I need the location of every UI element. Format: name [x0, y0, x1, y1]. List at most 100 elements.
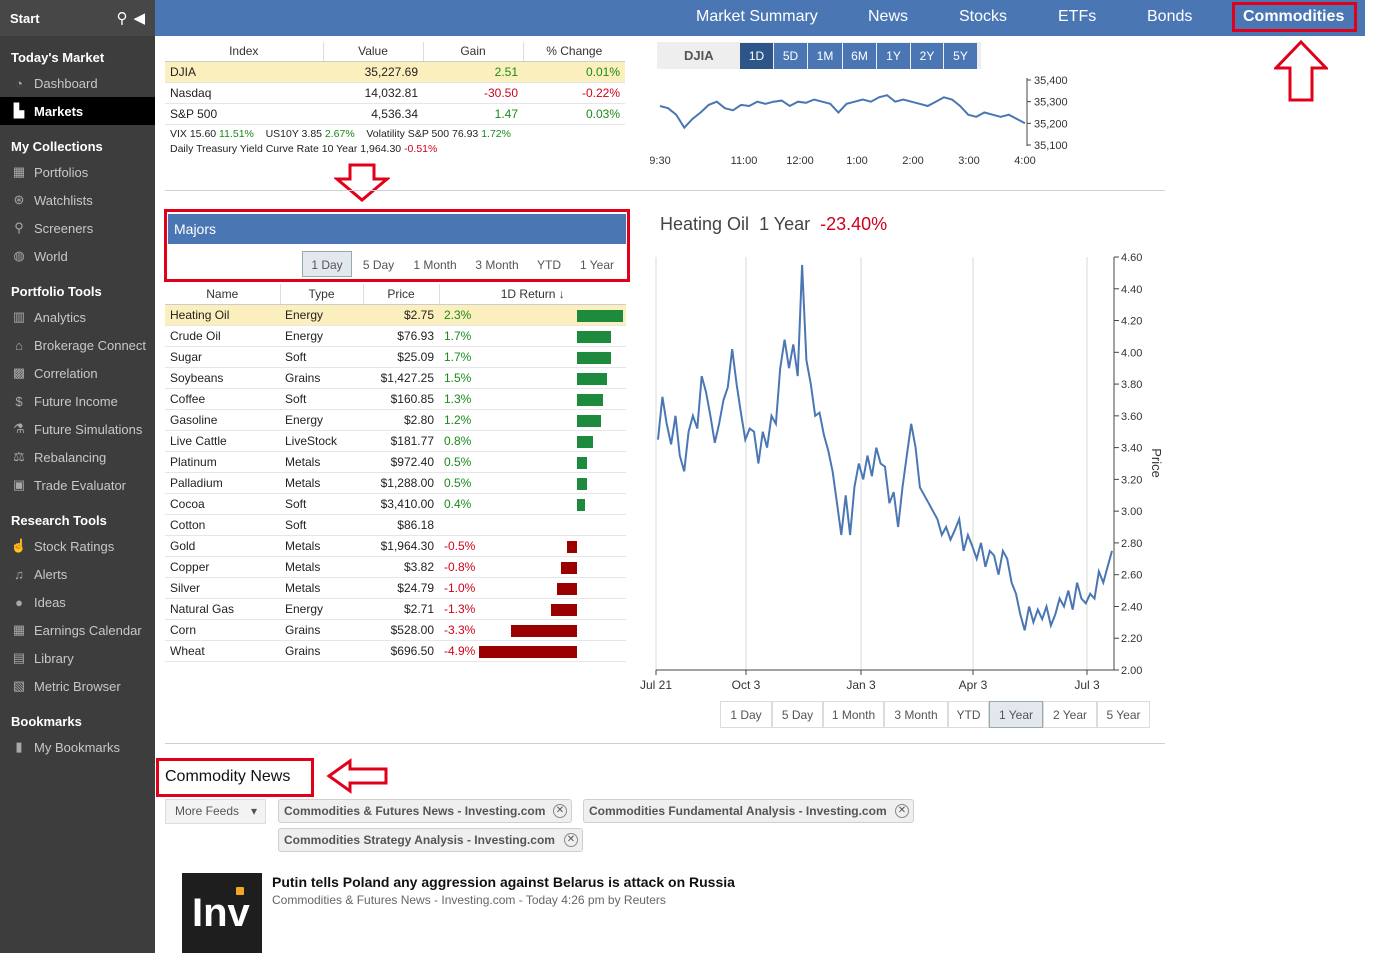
djia-range-1m[interactable]: 1M — [808, 43, 842, 69]
commodity-name[interactable]: Sugar — [165, 346, 280, 368]
sidebar-item-watchlists[interactable]: ⊛ Watchlists — [0, 186, 155, 214]
commodity-name[interactable]: Natural Gas — [165, 598, 280, 620]
chart-range-1-year[interactable]: 1 Year — [989, 701, 1043, 728]
sidebar-item-analytics[interactable]: ▥ Analytics — [0, 303, 155, 331]
majors-row[interactable]: Coffee Soft $160.85 1.3% — [165, 388, 626, 410]
chart-range-5-day[interactable]: 5 Day — [772, 701, 823, 728]
chart-range-1-month[interactable]: 1 Month — [823, 701, 884, 728]
close-icon[interactable]: ✕ — [553, 804, 567, 818]
col-gain[interactable]: Gain — [423, 42, 524, 62]
nav-news[interactable]: News — [868, 0, 908, 36]
sidebar-item-library[interactable]: ▤ Library — [0, 644, 155, 672]
collapse-left-icon[interactable]: ◀ — [133, 9, 145, 27]
col-index[interactable]: Index — [165, 42, 324, 62]
news-headline[interactable]: Putin tells Poland any aggression agains… — [272, 874, 735, 890]
sidebar-item-markets[interactable]: ▙ Markets — [0, 97, 155, 125]
djia-range-1d[interactable]: 1D — [740, 43, 773, 69]
sidebar-item-my-bookmarks[interactable]: ▮ My Bookmarks — [0, 733, 155, 761]
chart-range-5-year[interactable]: 5 Year — [1097, 701, 1150, 728]
commodity-name[interactable]: Gold — [165, 535, 280, 557]
sidebar-item-screeners[interactable]: ⚲ Screeners — [0, 214, 155, 242]
majors-row[interactable]: Palladium Metals $1,288.00 0.5% — [165, 472, 626, 494]
more-feeds-dropdown[interactable]: More Feeds ▾ — [165, 799, 266, 824]
majors-row[interactable]: Platinum Metals $972.40 0.5% — [165, 451, 626, 473]
index-row[interactable]: Nasdaq 14,032.81 -30.50 -0.22% — [165, 82, 625, 104]
commodity-name[interactable]: Coffee — [165, 388, 280, 410]
majors-range-1-year[interactable]: 1 Year — [570, 251, 624, 277]
majors-range-ytd[interactable]: YTD — [531, 251, 567, 277]
feed-chip[interactable]: Commodities Strategy Analysis - Investin… — [278, 828, 583, 852]
nav-market-summary[interactable]: Market Summary — [696, 0, 818, 36]
majors-row[interactable]: Gasoline Energy $2.80 1.2% — [165, 409, 626, 431]
col-pct-change[interactable]: % Change — [523, 42, 625, 62]
nav-stocks[interactable]: Stocks — [959, 0, 1007, 36]
col-name[interactable]: Name — [165, 284, 281, 305]
sidebar-item-portfolios[interactable]: ▦ Portfolios — [0, 158, 155, 186]
majors-row[interactable]: Cocoa Soft $3,410.00 0.4% — [165, 493, 626, 515]
chart-range-1-day[interactable]: 1 Day — [720, 701, 772, 728]
commodity-name[interactable]: Crude Oil — [165, 325, 280, 347]
col-value[interactable]: Value — [323, 42, 424, 62]
sidebar-item-alerts[interactable]: ♫ Alerts — [0, 560, 155, 588]
djia-range-6m[interactable]: 6M — [843, 43, 876, 69]
sidebar-item-correlation[interactable]: ▩ Correlation — [0, 359, 155, 387]
sidebar-item-stock-ratings[interactable]: ☝ Stock Ratings — [0, 532, 155, 560]
index-name[interactable]: Nasdaq — [165, 82, 323, 104]
commodity-name[interactable]: Palladium — [165, 472, 280, 494]
majors-row[interactable]: Heating Oil Energy $2.75 2.3% — [165, 304, 626, 326]
majors-row[interactable]: Live Cattle LiveStock $181.77 0.8% — [165, 430, 626, 452]
sidebar-item-rebalancing[interactable]: ⚖ Rebalancing — [0, 443, 155, 471]
commodity-name[interactable]: Cotton — [165, 514, 280, 536]
djia-range-1y[interactable]: 1Y — [877, 43, 910, 69]
index-name[interactable]: S&P 500 — [165, 103, 323, 125]
sidebar-item-future-income[interactable]: $ Future Income — [0, 387, 155, 415]
sidebar-item-trade-evaluator[interactable]: ▣ Trade Evaluator — [0, 471, 155, 499]
commodity-name[interactable]: Wheat — [165, 640, 280, 662]
sidebar-item-metric-browser[interactable]: ▧ Metric Browser — [0, 672, 155, 700]
commodity-name[interactable]: Soybeans — [165, 367, 280, 389]
search-icon[interactable]: ⚲ — [116, 9, 127, 27]
commodity-name[interactable]: Gasoline — [165, 409, 280, 431]
majors-row[interactable]: Copper Metals $3.82 -0.8% — [165, 556, 626, 578]
majors-row[interactable]: Cotton Soft $86.18 — [165, 514, 626, 536]
majors-row[interactable]: Crude Oil Energy $76.93 1.7% — [165, 325, 626, 347]
col-type[interactable]: Type — [280, 284, 364, 305]
commodity-name[interactable]: Corn — [165, 619, 280, 641]
sidebar-item-future-simulations[interactable]: ⚗ Future Simulations — [0, 415, 155, 443]
sidebar-item-ideas[interactable]: ● Ideas — [0, 588, 155, 616]
close-icon[interactable]: ✕ — [895, 804, 909, 818]
majors-row[interactable]: Sugar Soft $25.09 1.7% — [165, 346, 626, 368]
col-price[interactable]: Price — [363, 284, 440, 305]
chart-range-ytd[interactable]: YTD — [948, 701, 989, 728]
feed-chip[interactable]: Commodities Fundamental Analysis - Inves… — [583, 799, 914, 823]
majors-range-1-day[interactable]: 1 Day — [302, 251, 352, 277]
djia-range-2y[interactable]: 2Y — [911, 43, 943, 69]
majors-range-3-month[interactable]: 3 Month — [467, 251, 527, 277]
majors-row[interactable]: Soybeans Grains $1,427.25 1.5% — [165, 367, 626, 389]
close-icon[interactable]: ✕ — [564, 833, 578, 847]
commodity-name[interactable]: Cocoa — [165, 493, 280, 515]
commodity-name[interactable]: Live Cattle — [165, 430, 280, 452]
majors-range-5-day[interactable]: 5 Day — [355, 251, 402, 277]
index-row[interactable]: S&P 500 4,536.34 1.47 0.03% — [165, 103, 625, 125]
index-name[interactable]: DJIA — [165, 61, 323, 83]
sidebar-item-brokerage-connect[interactable]: ⌂ Brokerage Connect — [0, 331, 155, 359]
start-label[interactable]: Start — [10, 11, 110, 26]
commodity-name[interactable]: Heating Oil — [165, 304, 280, 326]
index-row[interactable]: DJIA 35,227.69 2.51 0.01% — [165, 61, 625, 83]
majors-range-1-month[interactable]: 1 Month — [405, 251, 465, 277]
sidebar-item-dashboard[interactable]: ◔ Dashboard — [0, 69, 155, 97]
chart-range-3-month[interactable]: 3 Month — [884, 701, 948, 728]
commodity-name[interactable]: Platinum — [165, 451, 280, 473]
commodity-name[interactable]: Silver — [165, 577, 280, 599]
djia-range-5d[interactable]: 5D — [774, 43, 807, 69]
djia-range-5y[interactable]: 5Y — [944, 43, 977, 69]
sidebar-item-earnings-calendar[interactable]: ▦ Earnings Calendar — [0, 616, 155, 644]
majors-row[interactable]: Gold Metals $1,964.30 -0.5% — [165, 535, 626, 557]
investing-logo-thumbnail[interactable]: Inv — [182, 873, 262, 953]
feed-chip[interactable]: Commodities & Futures News - Investing.c… — [278, 799, 572, 823]
sidebar-item-world[interactable]: ◍ World — [0, 242, 155, 270]
chart-range-2-year[interactable]: 2 Year — [1043, 701, 1097, 728]
commodity-name[interactable]: Copper — [165, 556, 280, 578]
nav-bonds[interactable]: Bonds — [1147, 0, 1192, 36]
